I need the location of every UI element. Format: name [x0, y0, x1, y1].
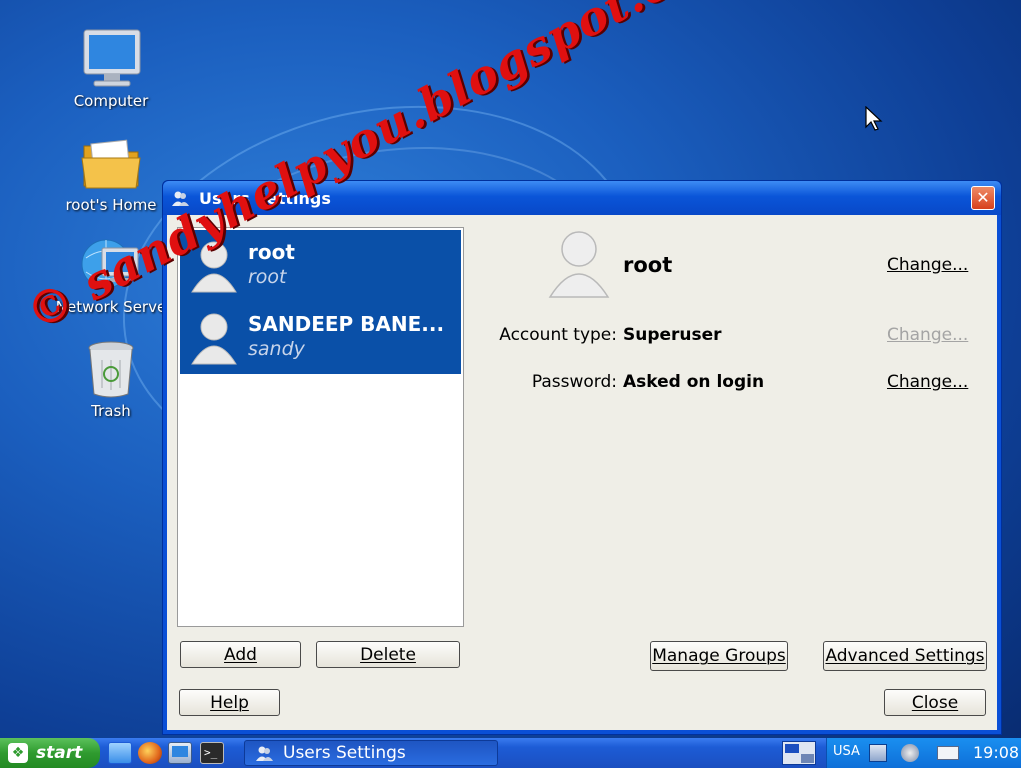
network-server-icon	[80, 234, 142, 296]
home-folder-icon	[80, 132, 142, 194]
user-name: SANDEEP BANE...	[248, 312, 445, 336]
terminal-launcher-icon[interactable]: >_	[200, 742, 224, 764]
user-avatar-icon	[190, 238, 238, 298]
users-settings-window: Users Settings ✕ root root SANDEEP BANE.…	[162, 180, 1002, 735]
network-icon[interactable]	[869, 744, 887, 762]
manage-groups-button[interactable]: Manage Groups	[650, 641, 788, 671]
taskbar-window-button[interactable]: Users Settings	[244, 740, 498, 766]
desktop-icon-label: root's Home	[65, 196, 157, 214]
start-label: start	[36, 743, 83, 763]
desktop-icon-label: Trash	[91, 402, 131, 420]
desktop-icon-label: Computer	[73, 92, 149, 110]
desktop-icon-network[interactable]: Network Serve	[46, 234, 176, 316]
mail-icon[interactable]	[937, 746, 959, 760]
selected-user-name: root	[623, 253, 673, 277]
taskbar: ❖ start >_ Users Settings USA 19:08	[0, 738, 1021, 768]
password-label: Password:	[531, 372, 617, 392]
desktop-icon-trash[interactable]: Trash	[46, 338, 176, 420]
window-title: Users Settings	[199, 188, 331, 208]
selected-user-avatar-icon	[547, 227, 611, 303]
keyboard-layout-indicator[interactable]: USA	[833, 744, 860, 759]
user-name: root	[248, 240, 295, 264]
desktop-icon-label: Network Serve	[55, 298, 167, 316]
user-list-item[interactable]: SANDEEP BANE... sandy	[180, 302, 461, 374]
computer-icon	[80, 28, 142, 90]
advanced-settings-button[interactable]: Advanced Settings	[823, 641, 987, 671]
start-button[interactable]: ❖ start	[0, 738, 100, 768]
help-button[interactable]: Help	[179, 689, 280, 716]
start-logo-icon: ❖	[8, 743, 28, 763]
user-avatar-icon	[190, 310, 238, 370]
delete-user-button[interactable]: Delete	[316, 641, 460, 668]
user-list[interactable]: root root SANDEEP BANE... sandy	[177, 227, 464, 627]
password-value: Asked on login	[623, 372, 765, 392]
add-user-button[interactable]: Add	[180, 641, 301, 668]
clock: 19:08	[973, 743, 1020, 762]
user-list-item[interactable]: root root	[180, 230, 461, 302]
user-login: root	[248, 266, 287, 288]
desktop-icon-home[interactable]: root's Home	[46, 132, 176, 214]
desktop-icon-computer[interactable]: Computer	[46, 28, 176, 110]
users-icon	[255, 744, 273, 762]
change-name-link[interactable]: Change...	[887, 255, 968, 275]
volume-icon[interactable]	[901, 744, 919, 762]
monitor-launcher-icon[interactable]	[168, 742, 192, 764]
firefox-launcher-icon[interactable]	[138, 742, 162, 764]
account-type-label: Account type:	[499, 325, 617, 345]
workspace-switcher-icon[interactable]	[782, 741, 816, 765]
taskbar-window-label: Users Settings	[283, 743, 406, 763]
user-login: sandy	[248, 338, 305, 360]
window-close-icon[interactable]: ✕	[971, 186, 995, 210]
users-icon	[171, 189, 189, 207]
close-button[interactable]: Close	[884, 689, 986, 716]
system-tray: USA 19:08	[826, 738, 1021, 768]
change-account-type-link[interactable]: Change...	[887, 325, 968, 345]
window-client-area: root root SANDEEP BANE... sandy root Cha…	[167, 215, 997, 730]
account-type-value: Superuser	[623, 325, 722, 345]
mouse-cursor-icon	[865, 105, 883, 136]
change-password-link[interactable]: Change...	[887, 372, 968, 392]
trash-icon	[80, 338, 142, 400]
file-manager-launcher-icon[interactable]	[108, 742, 132, 764]
window-titlebar[interactable]: Users Settings	[163, 181, 1001, 215]
